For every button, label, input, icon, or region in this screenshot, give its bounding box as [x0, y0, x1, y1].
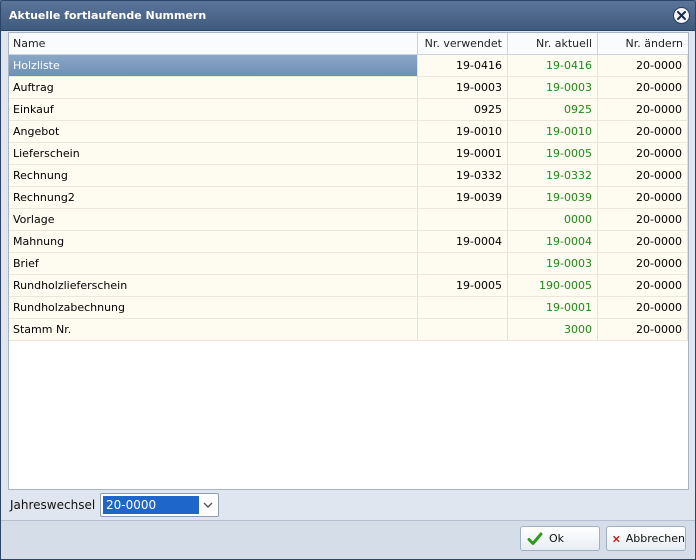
cell-current[interactable]: 19-0003	[508, 253, 598, 275]
cell-change[interactable]: 20-0000	[598, 121, 688, 143]
cell-current[interactable]: 19-0332	[508, 165, 598, 187]
table-row[interactable]: Vorlage 0000 20-0000	[9, 209, 688, 231]
year-change-bar: Jahreswechsel 20-0000	[1, 490, 695, 520]
table-header: Name Nr. verwendet Nr. aktuell Nr. änder…	[9, 33, 688, 55]
cell-current[interactable]: 19-0416	[508, 55, 598, 77]
numbers-table: Name Nr. verwendet Nr. aktuell Nr. änder…	[8, 32, 689, 490]
cell-current[interactable]: 190-0005	[508, 275, 598, 297]
cell-used[interactable]: 19-0416	[418, 55, 508, 77]
cell-used[interactable]: 0925	[418, 99, 508, 121]
table-row[interactable]: Brief 19-0003 20-0000	[9, 253, 688, 275]
cell-current[interactable]: 19-0004	[508, 231, 598, 253]
cell-change[interactable]: 20-0000	[598, 231, 688, 253]
cell-used[interactable]: 19-0332	[418, 165, 508, 187]
table-row[interactable]: Lieferschein 19-0001 19-0005 20-0000	[9, 143, 688, 165]
cell-name[interactable]: Lieferschein	[9, 143, 418, 165]
cell-change[interactable]: 20-0000	[598, 253, 688, 275]
table-row[interactable]: Rechnung2 19-0039 19-0039 20-0000	[9, 187, 688, 209]
cell-used[interactable]: 19-0039	[418, 187, 508, 209]
column-header-name[interactable]: Name	[9, 33, 418, 55]
cell-name[interactable]: Vorlage	[9, 209, 418, 231]
table-row[interactable]: Rundholzabechnung 19-0001 20-0000	[9, 297, 688, 319]
cell-current[interactable]: 3000	[508, 319, 598, 341]
column-header-change[interactable]: Nr. ändern	[598, 33, 688, 55]
table-row[interactable]: Angebot 19-0010 19-0010 20-0000	[9, 121, 688, 143]
cell-current[interactable]: 0925	[508, 99, 598, 121]
cell-change[interactable]: 20-0000	[598, 209, 688, 231]
cell-current[interactable]: 19-0039	[508, 187, 598, 209]
table-row[interactable]: Rundholzlieferschein 19-0005 190-0005 20-00…	[9, 275, 688, 297]
cell-change[interactable]: 20-0000	[598, 165, 688, 187]
ok-button-label: Ok	[549, 532, 565, 545]
close-button[interactable]	[673, 7, 690, 24]
cell-current[interactable]: 19-0003	[508, 77, 598, 99]
cell-name[interactable]: Stamm Nr.	[9, 319, 418, 341]
ok-button[interactable]: Ok	[520, 526, 600, 551]
table-row[interactable]: Stamm Nr. 3000 20-0000	[9, 319, 688, 341]
cell-name[interactable]: Angebot	[9, 121, 418, 143]
check-icon	[527, 532, 543, 545]
table-row[interactable]: Holzliste 19-0416 19-0416 20-0000	[9, 55, 688, 77]
cell-used[interactable]	[418, 253, 508, 275]
cell-used[interactable]: 19-0001	[418, 143, 508, 165]
cell-used[interactable]	[418, 297, 508, 319]
close-icon	[677, 11, 686, 20]
cell-change[interactable]: 20-0000	[598, 319, 688, 341]
table-row[interactable]: Einkauf 0925 0925 20-0000	[9, 99, 688, 121]
table-row[interactable]: Auftrag 19-0003 19-0003 20-0000	[9, 77, 688, 99]
chevron-down-icon[interactable]	[200, 496, 216, 514]
cell-used[interactable]: 19-0010	[418, 121, 508, 143]
cell-name[interactable]: Mahnung	[9, 231, 418, 253]
cell-name[interactable]: Brief	[9, 253, 418, 275]
dialog-window: Aktuelle fortlaufende Nummern Name Nr. v…	[0, 0, 696, 560]
cell-used[interactable]	[418, 209, 508, 231]
title-bar[interactable]: Aktuelle fortlaufende Nummern	[1, 1, 695, 31]
table-row[interactable]: Mahnung 19-0004 19-0004 20-0000	[9, 231, 688, 253]
cancel-button[interactable]: Abbrechen	[606, 526, 686, 551]
cell-name[interactable]: Rundholzlieferschein	[9, 275, 418, 297]
cell-name[interactable]: Rechnung	[9, 165, 418, 187]
cell-change[interactable]: 20-0000	[598, 99, 688, 121]
table-row[interactable]: Rechnung 19-0332 19-0332 20-0000	[9, 165, 688, 187]
window-title: Aktuelle fortlaufende Nummern	[9, 9, 207, 22]
column-header-used[interactable]: Nr. verwendet	[418, 33, 508, 55]
cell-current[interactable]: 19-0001	[508, 297, 598, 319]
cell-used[interactable]: 19-0004	[418, 231, 508, 253]
cell-change[interactable]: 20-0000	[598, 77, 688, 99]
button-bar: Ok Abbrechen	[1, 520, 695, 559]
cell-current[interactable]: 19-0010	[508, 121, 598, 143]
cell-current[interactable]: 0000	[508, 209, 598, 231]
cancel-button-label: Abbrechen	[625, 532, 685, 545]
cell-name[interactable]: Rundholzabechnung	[9, 297, 418, 319]
cell-current[interactable]: 19-0005	[508, 143, 598, 165]
column-header-current[interactable]: Nr. aktuell	[508, 33, 598, 55]
cell-change[interactable]: 20-0000	[598, 275, 688, 297]
jahreswechsel-label: Jahreswechsel	[10, 498, 96, 512]
cell-name[interactable]: Rechnung2	[9, 187, 418, 209]
cell-change[interactable]: 20-0000	[598, 143, 688, 165]
cell-used[interactable]: 19-0003	[418, 77, 508, 99]
cell-name[interactable]: Einkauf	[9, 99, 418, 121]
cell-used[interactable]: 19-0005	[418, 275, 508, 297]
cell-name[interactable]: Holzliste	[9, 55, 418, 77]
jahreswechsel-select[interactable]: 20-0000	[100, 493, 219, 517]
x-icon	[613, 535, 620, 542]
cell-used[interactable]	[418, 319, 508, 341]
cell-change[interactable]: 20-0000	[598, 187, 688, 209]
cell-name[interactable]: Auftrag	[9, 77, 418, 99]
table-body: Holzliste 19-0416 19-0416 20-0000 Auftrag 19-…	[9, 55, 688, 341]
cell-change[interactable]: 20-0000	[598, 55, 688, 77]
cell-change[interactable]: 20-0000	[598, 297, 688, 319]
jahreswechsel-value[interactable]: 20-0000	[103, 496, 199, 514]
